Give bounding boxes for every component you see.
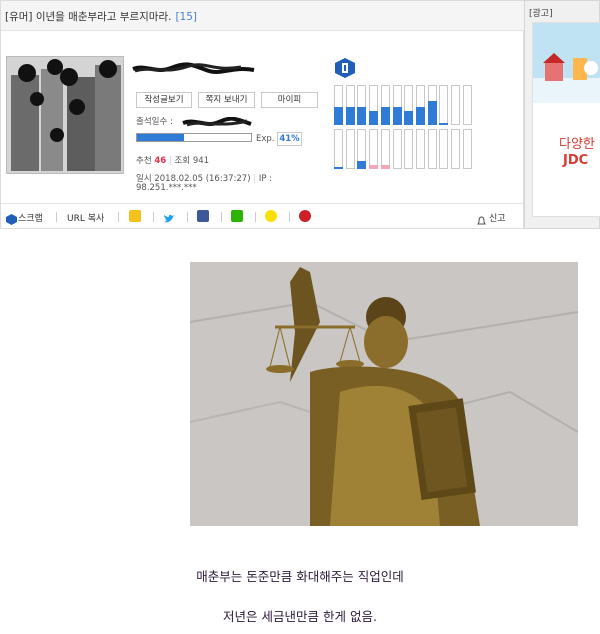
comment-count[interactable]: [15] — [175, 11, 197, 23]
post-title-bar: [유머] 이년을 매춘부라고 부르지마라. [15] — [1, 1, 525, 31]
avatar[interactable] — [6, 56, 124, 174]
divider — [153, 212, 154, 222]
activity-bar-fill — [415, 107, 425, 125]
activity-bar-fill — [334, 107, 343, 125]
view-posts-button[interactable]: 작성글보기 — [136, 92, 192, 108]
activity-bar-fill — [427, 101, 437, 125]
activity-bar — [334, 129, 343, 169]
activity-bar — [439, 129, 449, 169]
activity-bar-fill — [369, 165, 379, 169]
activity-bar — [404, 85, 414, 125]
activity-bar-fill — [369, 111, 379, 125]
divider — [221, 212, 222, 222]
ad-panel: [광고] 다양한 JDC — [524, 0, 600, 229]
activity-bar — [334, 85, 343, 125]
scrap-icon — [6, 210, 17, 225]
activity-bar-fill — [380, 165, 390, 169]
ad-banner[interactable]: 다양한 JDC — [532, 22, 600, 217]
activity-bar — [392, 85, 402, 125]
ip-label: IP : — [258, 174, 273, 184]
activity-bar — [357, 85, 367, 125]
exp-progress-fill — [137, 134, 184, 141]
activity-bar — [451, 85, 460, 125]
stats-line: 추천 46 | 조회 941 — [136, 156, 210, 166]
exp-percent: 41% — [277, 132, 302, 146]
activity-bar-fill — [357, 107, 367, 125]
ip-value: 98.251.***.*** — [136, 183, 197, 193]
url-copy-button[interactable]: URL 복사 — [67, 211, 104, 224]
content-line-1: 매춘부는 돈준만큼 화대해주는 직업인데 — [196, 569, 404, 584]
mypi-button[interactable]: 마이피 — [261, 92, 318, 108]
activity-bar-fill — [439, 123, 449, 125]
send-message-button[interactable]: 쪽지 보내기 — [198, 92, 255, 108]
activity-bar — [357, 129, 367, 169]
activity-bar — [439, 85, 449, 125]
view-count: 941 — [192, 156, 210, 166]
activity-bar — [427, 85, 437, 125]
activity-bar — [369, 129, 379, 169]
exp-progress-bar — [136, 133, 252, 142]
activity-bar — [462, 85, 472, 125]
activity-bar — [345, 129, 355, 169]
post-panel: [유머] 이년을 매춘부라고 부르지마라. [15] 작성글보기 쪽지 보내기 마… — [0, 0, 525, 229]
divider — [289, 212, 290, 222]
recommend-count: 46 — [154, 156, 167, 166]
ad-line1: 다양한 — [559, 137, 595, 152]
activity-bar — [380, 85, 390, 125]
activity-bar — [345, 85, 355, 125]
activity-bar — [427, 129, 437, 169]
activity-bar — [380, 129, 390, 169]
nickname-redacted — [131, 61, 256, 75]
activity-bar — [462, 129, 472, 169]
divider — [56, 212, 57, 222]
divider — [255, 212, 256, 222]
kakaostory-icon[interactable] — [129, 210, 141, 222]
post-title: [유머] 이년을 매춘부라고 부르지마라. [15] — [5, 11, 198, 23]
report-bell-icon — [477, 211, 486, 225]
view-label: 조회 — [174, 156, 191, 166]
pinterest-icon[interactable] — [299, 210, 311, 222]
recommend-label: 추천 — [136, 156, 152, 166]
activity-bar — [415, 129, 425, 169]
divider — [118, 212, 119, 222]
kakaotalk-icon[interactable] — [265, 210, 277, 222]
attendance-label: 출석일수 : — [136, 117, 173, 127]
activity-bar — [369, 85, 379, 125]
level-badge-icon — [334, 57, 356, 79]
activity-bar-fill — [357, 161, 367, 169]
facebook-icon[interactable] — [197, 210, 209, 222]
exp-label: Exp. — [256, 134, 275, 144]
ad-line2: JDC — [563, 153, 589, 168]
naver-icon[interactable] — [231, 210, 243, 222]
activity-bar — [415, 85, 425, 125]
activity-bar — [451, 129, 460, 169]
post-toolbar: 스크랩 URL 복사 신고 — [1, 203, 523, 228]
activity-bar-fill — [380, 107, 390, 125]
activity-bar-fill — [345, 107, 355, 125]
justice-statue-image — [190, 262, 578, 526]
activity-bar-fill — [392, 107, 402, 125]
scrap-button[interactable]: 스크랩 — [18, 211, 43, 224]
content-line-2: 저년은 세금낸만큼 한게 없음. — [223, 609, 377, 624]
divider — [187, 212, 188, 222]
activity-bar-fill — [334, 167, 343, 169]
attendance-redacted — [181, 114, 253, 127]
activity-bar — [392, 129, 402, 169]
report-button[interactable]: 신고 — [489, 211, 506, 224]
activity-bar-fill — [404, 111, 414, 125]
activity-bar — [404, 129, 414, 169]
ad-label: [광고] — [529, 9, 553, 19]
twitter-icon[interactable] — [163, 210, 175, 223]
